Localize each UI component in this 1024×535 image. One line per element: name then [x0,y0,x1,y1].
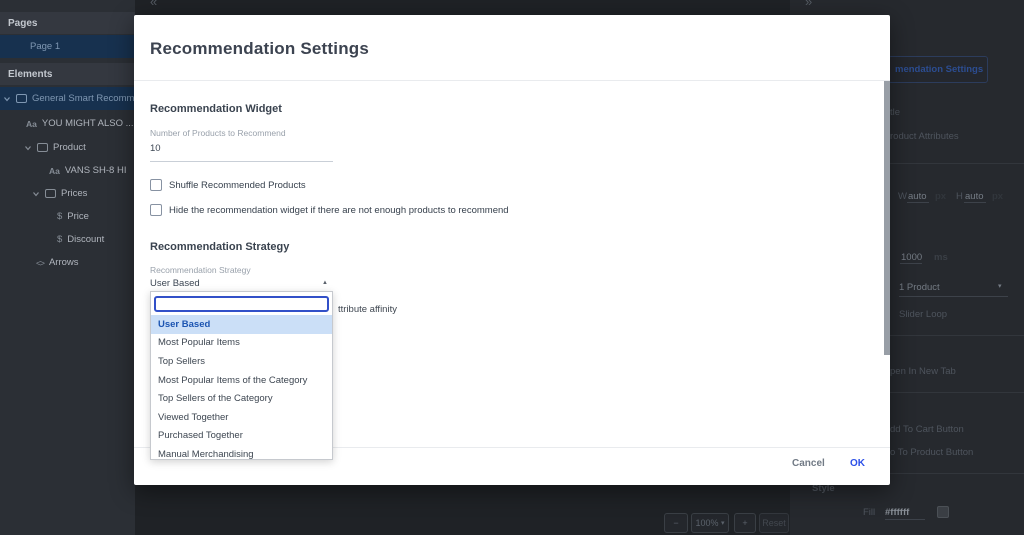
tree-item-label: Arrows [49,257,79,268]
sidebar-item-discount[interactable]: $ Discount [0,228,135,251]
button-label-fragment: mendation Settings [895,64,983,75]
modal-scrollbar-thumb[interactable] [884,81,890,355]
chevron-down-icon [3,95,11,103]
widget-section-heading: Recommendation Widget [150,103,282,115]
tree-item-label: Price [67,211,89,222]
dollar-icon: $ [57,234,62,245]
zoom-out-button[interactable]: − [664,513,688,533]
sidebar-item-price[interactable]: $ Price [0,205,135,228]
duration-input[interactable]: 1000 [901,252,922,263]
shuffle-checkbox-label: Shuffle Recommended Products [169,180,306,191]
open-in-new-tab-label-fragment: pen In New Tab [890,366,956,377]
chevron-down-icon: ▾ [998,282,1002,290]
tree-item-label: YOU MIGHT ALSO ... [42,118,134,129]
sidebar-item-prices[interactable]: Prices [0,182,135,205]
product-attributes-label-fragment: roduct Attributes [890,131,959,142]
shuffle-checkbox-row: Shuffle Recommended Products [150,179,306,191]
cancel-button[interactable]: Cancel [792,458,825,469]
hide-widget-checkbox[interactable] [150,204,162,216]
tree-item-label: General Smart Recomme [32,93,135,104]
elements-header: Elements [0,63,135,85]
dropdown-option-most-popular-items[interactable]: Most Popular Items [151,334,332,353]
sidebar-item-arrows[interactable]: <> Arrows [0,251,135,274]
collapse-left-panel-icon[interactable]: « [150,0,157,9]
height-label: H [956,191,963,202]
products-per-slide-value: 1 Product [899,282,940,293]
container-icon [45,189,56,198]
title-divider [134,80,890,81]
dropdown-option-user-based[interactable]: User Based [151,315,332,334]
width-input[interactable]: auto [908,191,927,202]
pages-header: Pages [0,12,135,34]
height-input[interactable]: auto [965,191,984,202]
fill-label: Fill [863,507,875,518]
strategy-section-heading: Recommendation Strategy [150,241,289,253]
dropdown-option-top-sellers-category[interactable]: Top Sellers of the Category [151,389,332,408]
add-to-cart-button-label-fragment: dd To Cart Button [890,424,964,435]
sidebar-item-general-smart-recommend[interactable]: General Smart Recomme [0,87,135,110]
hide-widget-checkbox-label: Hide the recommendation widget if there … [169,205,509,216]
sidebar-item-product[interactable]: Product [0,136,135,159]
strategy-select-label: Recommendation Strategy [150,265,251,275]
chevron-up-icon: ▲ [322,280,328,286]
chevron-down-icon [32,190,40,198]
zoom-level-dropdown[interactable]: 100% ▾ [691,513,729,533]
fill-color-input[interactable]: #ffffff [885,507,909,518]
slider-loop-label: Slider Loop [899,309,947,320]
height-unit-label: px [992,191,1003,202]
tree-item-label: Prices [61,188,87,199]
dollar-icon: $ [57,211,62,222]
zoom-reset-button[interactable]: Reset [759,513,789,533]
tree-item-label: VANS SH-8 HI [65,165,127,176]
text-element-icon: Aa [26,119,37,129]
recommendation-settings-modal: Recommendation Settings Recommendation W… [134,15,890,485]
width-label: W [898,191,907,202]
collapse-right-panel-icon[interactable]: » [805,0,812,9]
products-per-slide-select[interactable]: 1 Product [899,282,940,293]
number-input-underline [150,161,333,162]
zoom-in-button[interactable]: + [734,513,756,533]
number-of-products-input[interactable]: 10 [150,143,161,154]
recommendation-settings-button[interactable]: mendation Settings [888,56,988,83]
dropdown-option-manual-merchandising[interactable]: Manual Merchandising [151,445,332,460]
chevron-down-icon [24,144,32,152]
reset-label: Reset [762,518,786,528]
sidebar-item-vans-sh8-hi[interactable]: Aa VANS SH-8 HI [0,159,135,182]
dropdown-option-top-sellers[interactable]: Top Sellers [151,352,332,371]
layers-sidebar: Pages Page 1 Elements General Smart Reco… [0,0,135,535]
page-item-label: Page 1 [30,41,60,52]
app-window: Pages Page 1 Elements General Smart Reco… [0,0,1024,535]
modal-title: Recommendation Settings [150,39,369,59]
container-icon [16,94,27,103]
attribute-affinity-label-fragment: ttribute affinity [338,304,397,315]
number-of-products-label: Number of Products to Recommend [150,128,286,138]
hide-widget-checkbox-row: Hide the recommendation widget if there … [150,204,509,216]
strategy-dropdown-panel: User Based Most Popular Items Top Seller… [150,291,333,460]
dropdown-option-most-popular-items-category[interactable]: Most Popular Items of the Category [151,371,332,390]
dropdown-option-purchased-together[interactable]: Purchased Together [151,427,332,446]
go-to-product-button-label-fragment: o To Product Button [890,447,973,458]
chevron-down-icon: ▾ [721,519,725,527]
title-field-label-fragment: tle [890,107,900,118]
dropdown-option-viewed-together[interactable]: Viewed Together [151,408,332,427]
shuffle-checkbox[interactable] [150,179,162,191]
duration-unit-label: ms [934,252,948,263]
text-element-icon: Aa [49,166,60,176]
code-icon: <> [36,258,44,268]
sidebar-item-you-might-also[interactable]: Aa YOU MIGHT ALSO ... [0,112,135,135]
fill-color-swatch[interactable] [937,506,949,518]
tree-item-label: Discount [67,234,104,245]
dropdown-search-input[interactable] [154,296,329,312]
ok-button[interactable]: OK [850,458,865,469]
tree-item-label: Product [53,142,86,153]
zoom-level-value: 100% [695,518,718,528]
container-icon [37,143,48,152]
sidebar-item-page-1[interactable]: Page 1 [0,35,135,58]
plus-icon: + [742,518,747,528]
minus-icon: − [673,518,678,528]
width-unit-label: px [935,191,946,202]
strategy-select[interactable]: User Based [150,278,200,289]
